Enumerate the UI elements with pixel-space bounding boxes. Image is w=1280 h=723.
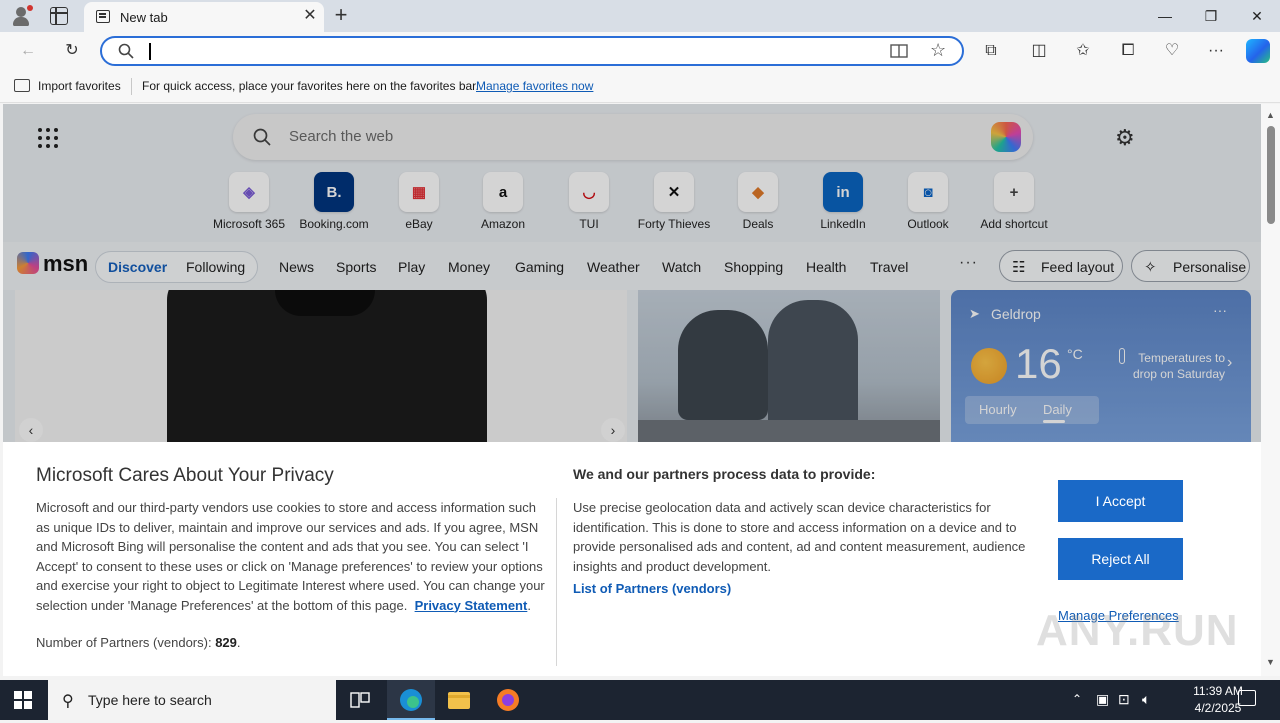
import-favorites-button[interactable]: Import favorites — [38, 79, 121, 93]
close-tab-icon[interactable]: ✕ — [301, 7, 319, 25]
scrollbar-thumb[interactable] — [1267, 126, 1275, 224]
accept-button[interactable]: I Accept — [1058, 480, 1183, 522]
new-tab-button[interactable]: + — [330, 4, 352, 26]
network-icon[interactable]: ⊡ — [1118, 691, 1130, 708]
modal-overlay — [3, 104, 1261, 442]
favorites-bar-message: For quick access, place your favorites h… — [142, 79, 479, 93]
task-view-icon[interactable] — [336, 680, 384, 720]
windows-start-icon[interactable] — [14, 691, 32, 709]
new-tab-page: Search the web ⚙ ◈ Microsoft 365 B. Booking… — [3, 104, 1261, 676]
tab-actions-menu-icon[interactable] — [50, 7, 68, 25]
collections-icon[interactable]: ⧠ — [1117, 40, 1139, 62]
divider — [556, 498, 557, 666]
volume-icon[interactable]: 🔈︎ — [1142, 691, 1150, 708]
manage-favorites-link[interactable]: Manage favorites now — [476, 79, 593, 93]
windows-taskbar: ⚲ Type here to search ⌃ ▣ ⊡ 🔈︎ 11:39 AM … — [0, 680, 1280, 720]
extensions-icon[interactable]: ⧉ — [980, 40, 1002, 62]
list-of-partners-link[interactable]: List of Partners (vendors) — [573, 581, 731, 596]
search-icon — [118, 43, 134, 59]
favorites-icon[interactable]: ✩ — [1072, 40, 1094, 62]
data-processing-body: Use precise geolocation data and activel… — [573, 500, 1026, 574]
edge-taskbar-icon[interactable] — [387, 680, 435, 720]
divider — [131, 78, 132, 95]
copilot-icon[interactable] — [1246, 39, 1270, 63]
notification-center-icon[interactable] — [1238, 690, 1256, 706]
reject-all-button[interactable]: Reject All — [1058, 538, 1183, 580]
taskbar-search-box[interactable]: ⚲ Type here to search — [48, 680, 336, 720]
scroll-down-icon[interactable]: ▼ — [1266, 657, 1275, 667]
minimize-button[interactable]: — — [1142, 0, 1188, 32]
profile-avatar-icon[interactable] — [10, 5, 33, 27]
device-icon[interactable]: ▣ — [1096, 691, 1109, 708]
browser-essentials-icon[interactable]: ♡ — [1161, 40, 1183, 62]
data-processing-title: We and our partners process data to prov… — [573, 466, 876, 482]
scroll-up-icon[interactable]: ▲ — [1266, 110, 1275, 120]
taskbar-search-placeholder: Type here to search — [88, 692, 212, 708]
scrollbar[interactable]: ▲ ▼ — [1261, 104, 1280, 676]
address-input[interactable] — [149, 43, 151, 60]
anyrun-watermark: ANY.RUN — [1036, 606, 1239, 655]
browser-toolbar: ← ↻ ☆ ⧉ ◫ ✩ ⧠ ♡ ··· — [0, 32, 1280, 70]
immersive-reader-icon[interactable] — [890, 42, 908, 60]
address-bar[interactable]: ☆ — [100, 36, 964, 66]
partners-count: Number of Partners (vendors): 829. — [36, 635, 241, 650]
file-explorer-icon[interactable] — [435, 680, 483, 720]
close-window-button[interactable]: ✕ — [1234, 0, 1280, 32]
settings-more-icon[interactable]: ··· — [1205, 40, 1227, 62]
show-hidden-icons[interactable]: ⌃ — [1072, 692, 1082, 706]
privacy-body: Microsoft and our third-party vendors us… — [36, 500, 545, 613]
import-favorites-icon[interactable] — [14, 79, 30, 92]
refresh-icon[interactable]: ↻ — [61, 40, 83, 62]
favorites-bar: Import favorites For quick access, place… — [0, 70, 1280, 103]
tab-title: New tab — [120, 10, 168, 25]
privacy-statement-link[interactable]: Privacy Statement — [415, 598, 528, 613]
firefox-icon[interactable] — [484, 680, 532, 720]
privacy-title: Microsoft Cares About Your Privacy — [36, 465, 334, 486]
tab-new-tab[interactable]: New tab ✕ — [84, 2, 324, 32]
back-icon[interactable]: ← — [17, 40, 39, 62]
title-bar: New tab ✕ + — ❐ ✕ — [0, 0, 1280, 32]
split-screen-icon[interactable]: ◫ — [1028, 40, 1050, 62]
restore-button[interactable]: ❐ — [1188, 0, 1234, 32]
search-icon: ⚲ — [62, 693, 74, 710]
new-tab-page-icon — [96, 10, 110, 23]
add-favorite-star-icon[interactable]: ☆ — [930, 40, 946, 61]
